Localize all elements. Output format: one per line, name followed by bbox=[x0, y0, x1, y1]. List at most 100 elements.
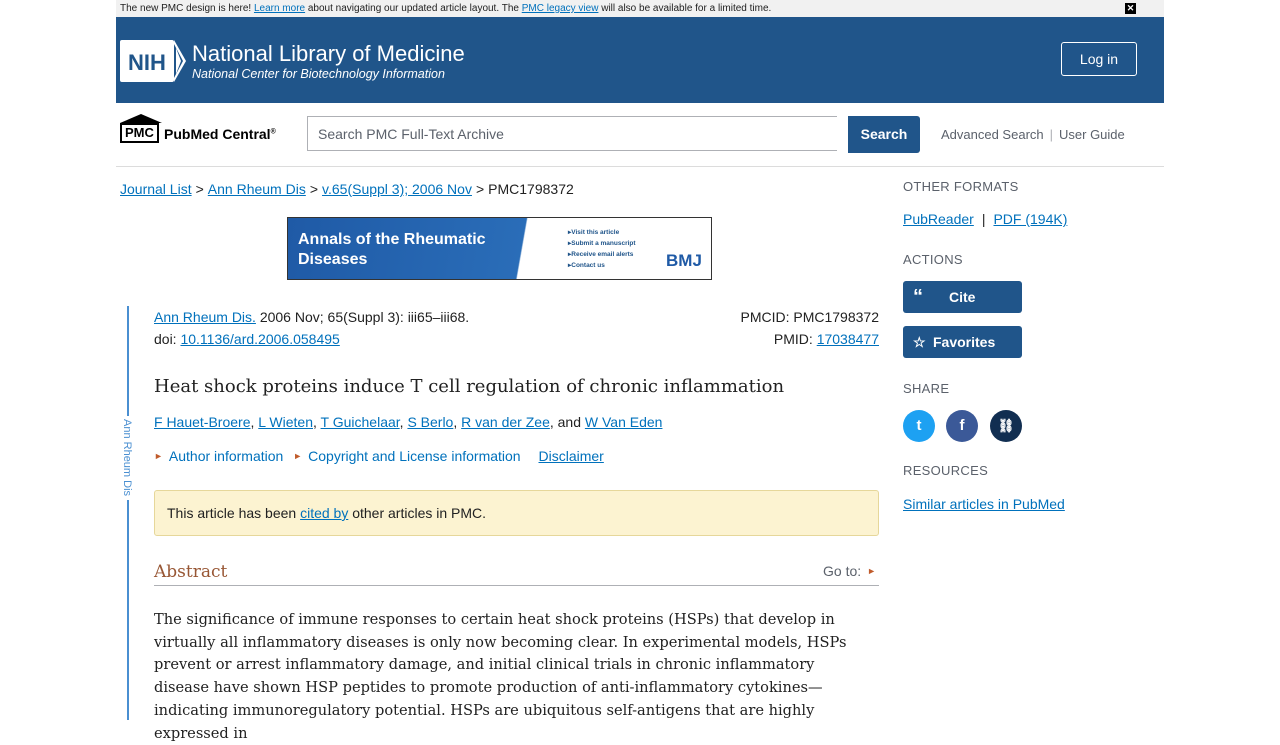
pubreader-link[interactable]: PubReader bbox=[903, 211, 974, 227]
breadcrumb-current: PMC1798372 bbox=[488, 181, 574, 197]
doi-link[interactable]: 10.1136/ard.2006.058495 bbox=[180, 331, 339, 347]
breadcrumb-sep: > bbox=[195, 181, 204, 197]
goto-label: Go to: bbox=[823, 563, 862, 579]
banner-mid: about navigating our updated article lay… bbox=[305, 3, 522, 14]
author-sep: , bbox=[313, 414, 321, 430]
notice-banner: The new PMC design is here! Learn more a… bbox=[116, 0, 1164, 17]
other-formats-heading: OTHER FORMATS bbox=[903, 179, 1019, 194]
author-link[interactable]: T Guichelaar bbox=[321, 414, 400, 430]
pmc-logo-name: PubMed Central® bbox=[164, 126, 276, 142]
copyright-toggle[interactable]: Copyright and License information bbox=[308, 448, 520, 464]
expand-triangle-icon: ► bbox=[293, 451, 303, 461]
favorites-label: Favorites bbox=[933, 334, 996, 350]
user-guide-link[interactable]: User Guide bbox=[1059, 127, 1125, 142]
search-links: Advanced Search | User Guide bbox=[941, 127, 1125, 142]
journal-ad-banner[interactable]: Annals of the Rheumatic Diseases Visit t… bbox=[287, 217, 712, 280]
bmj-logo: BMJ bbox=[666, 251, 702, 270]
author-link[interactable]: W Van Eden bbox=[585, 414, 663, 430]
advanced-search-link[interactable]: Advanced Search bbox=[941, 127, 1044, 142]
citation-text: 2006 Nov; 65(Suppl 3): iii65–iii68. bbox=[255, 309, 470, 325]
banner-pre: The new PMC design is here! bbox=[120, 3, 254, 14]
cited-by-notice: This article has been cited by other art… bbox=[154, 490, 879, 536]
actions-heading: ACTIONS bbox=[903, 252, 963, 267]
twitter-icon[interactable]: t bbox=[903, 410, 935, 442]
ad-link[interactable]: Submit a manuscript bbox=[568, 238, 635, 249]
author-link[interactable]: F Hauet-Broere bbox=[154, 414, 250, 430]
pmid-label: PMID: bbox=[773, 331, 817, 347]
search-input[interactable]: Search PMC Full-Text Archive bbox=[307, 116, 837, 151]
doi-line: doi: 10.1136/ard.2006.058495 bbox=[154, 331, 340, 347]
cite-button[interactable]: “ Cite bbox=[903, 281, 1022, 313]
author-information-toggle[interactable]: Author information bbox=[169, 448, 283, 464]
rail-journal-label: Ann Rheum Dis bbox=[109, 416, 145, 500]
breadcrumb-issue[interactable]: v.65(Suppl 3); 2006 Nov bbox=[322, 181, 472, 197]
article-meta-links: ► Author information ► Copyright and Licen… bbox=[154, 448, 604, 464]
star-icon: ☆ bbox=[913, 334, 926, 350]
login-button[interactable]: Log in bbox=[1061, 42, 1137, 76]
nih-logo[interactable]: NIH bbox=[120, 40, 186, 82]
cite-label: Cite bbox=[949, 289, 976, 305]
breadcrumb-journal[interactable]: Ann Rheum Dis bbox=[208, 181, 306, 197]
author-link[interactable]: S Berlo bbox=[407, 414, 453, 430]
site-header: NIH National Library of Medicine Nationa… bbox=[116, 17, 1164, 103]
expand-triangle-icon: ► bbox=[154, 451, 163, 461]
pmc-logo-roof-icon bbox=[120, 114, 162, 123]
author-list: F Hauet-Broere, L Wieten, T Guichelaar , … bbox=[154, 414, 662, 430]
author-and: , and bbox=[549, 414, 585, 430]
author-link[interactable]: R van der Zee bbox=[461, 414, 550, 430]
citation-line: Ann Rheum Dis. 2006 Nov; 65(Suppl 3): ii… bbox=[154, 309, 469, 325]
ad-link[interactable]: Contact us bbox=[568, 260, 636, 271]
link-separator: | bbox=[1049, 127, 1054, 142]
similar-articles-link[interactable]: Similar articles in PubMed bbox=[903, 496, 1065, 512]
page: The new PMC design is here! Learn more a… bbox=[109, 0, 1164, 742]
ad-links: Visit this article Submit a manuscript R… bbox=[568, 227, 636, 271]
abstract-divider bbox=[154, 585, 879, 586]
pdf-link[interactable]: PDF (194K) bbox=[993, 211, 1067, 227]
share-heading: SHARE bbox=[903, 381, 950, 396]
author-link[interactable]: L Wieten bbox=[258, 414, 313, 430]
cited-post: other articles in PMC. bbox=[348, 505, 487, 521]
site-title[interactable]: National Library of Medicine bbox=[192, 41, 465, 67]
breadcrumb-journal-list[interactable]: Journal List bbox=[120, 181, 192, 197]
link-icon[interactable]: ⛓ bbox=[990, 410, 1022, 442]
ad-link[interactable]: Receive email alerts bbox=[568, 249, 636, 260]
header-divider bbox=[116, 166, 1164, 167]
goto-menu[interactable]: Go to: ► bbox=[823, 563, 876, 579]
cited-pre: This article has been bbox=[167, 505, 301, 521]
site-subtitle: National Center for Biotechnology Inform… bbox=[192, 67, 445, 81]
legacy-view-link[interactable]: PMC legacy view bbox=[522, 3, 599, 14]
disclaimer-link[interactable]: Disclaimer bbox=[539, 448, 604, 464]
similar-articles-wrap: Similar articles in PubMed bbox=[903, 496, 1065, 512]
ad-title: Annals of the Rheumatic Diseases bbox=[298, 231, 486, 268]
abstract-heading: Abstract bbox=[154, 562, 228, 582]
pmc-logo-name-text: PubMed Central bbox=[164, 126, 271, 142]
author-sep: , bbox=[453, 414, 462, 430]
breadcrumb: Journal List > Ann Rheum Dis > v.65(Suppl 3)… bbox=[120, 181, 574, 197]
facebook-icon[interactable]: f bbox=[946, 410, 978, 442]
format-separator: | bbox=[981, 211, 986, 227]
format-links: PubReader | PDF (194K) bbox=[903, 211, 1067, 227]
pmc-logo-reg: ® bbox=[270, 128, 276, 136]
cited-by-link[interactable]: cited by bbox=[300, 505, 348, 521]
nih-logo-text: NIH bbox=[128, 50, 166, 75]
resources-heading: RESOURCES bbox=[903, 463, 989, 478]
learn-more-link[interactable]: Learn more bbox=[254, 3, 305, 14]
pmcid: PMCID: PMC1798372 bbox=[740, 309, 879, 325]
article-rail bbox=[127, 306, 129, 720]
ad-link[interactable]: Visit this article bbox=[568, 227, 636, 238]
banner-text: The new PMC design is here! Learn more a… bbox=[120, 0, 771, 17]
pmid-line: PMID: 17038477 bbox=[774, 331, 879, 347]
search-button[interactable]: Search bbox=[848, 116, 920, 153]
doi-label: doi: bbox=[154, 331, 181, 347]
favorites-button[interactable]: ☆ Favorites bbox=[903, 326, 1022, 358]
breadcrumb-sep: > bbox=[475, 181, 485, 197]
pmid-link[interactable]: 17038477 bbox=[817, 331, 879, 347]
banner-post: will also be available for a limited tim… bbox=[598, 3, 772, 14]
article-title: Heat shock proteins induce T cell regula… bbox=[154, 376, 785, 397]
journal-link[interactable]: Ann Rheum Dis. bbox=[154, 309, 256, 325]
quote-icon: “ bbox=[913, 286, 923, 308]
close-icon[interactable]: ✕ bbox=[1125, 3, 1136, 14]
pmc-logo[interactable]: PMC PubMed Central® bbox=[120, 114, 280, 146]
abstract-text: The significance of immune responses to … bbox=[154, 611, 847, 742]
breadcrumb-sep: > bbox=[309, 181, 319, 197]
